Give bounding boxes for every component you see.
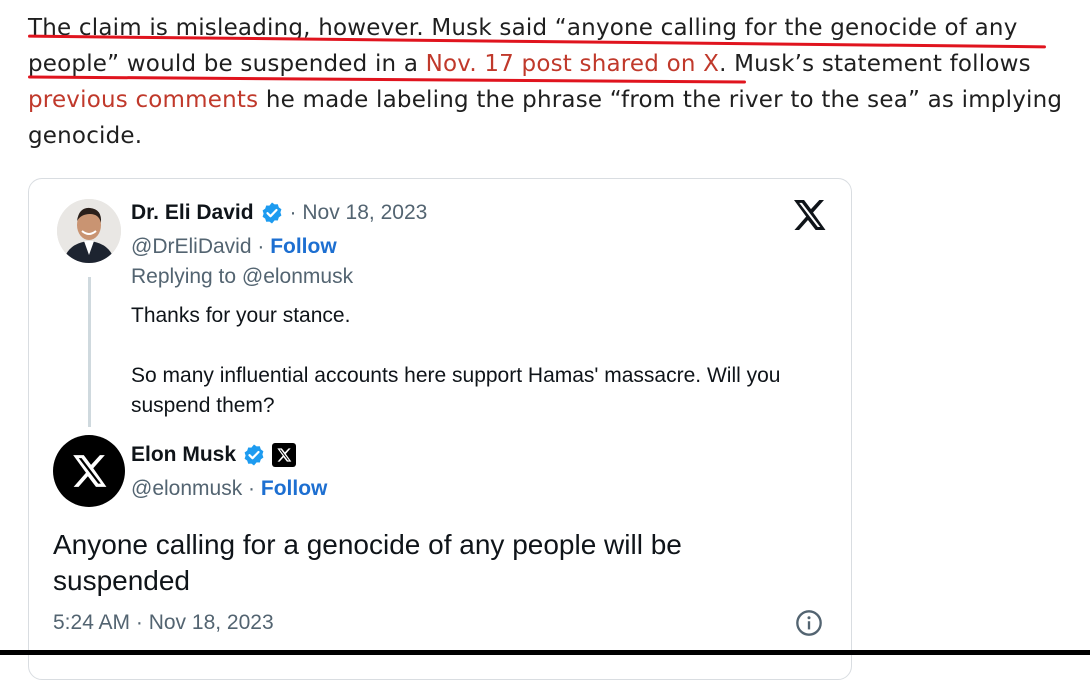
reply-body: Thanks for your stance. So many influent…	[131, 301, 831, 421]
bottom-divider	[0, 650, 1090, 655]
handle-row: @DrEliDavid · Follow	[131, 235, 337, 259]
follow-button[interactable]: Follow	[261, 477, 328, 500]
embedded-post-card[interactable]: Dr. Eli David · Nov 18, 2023 @DrEliDavid…	[28, 178, 852, 680]
article-text-2: . Musk’s statement follows	[719, 51, 1031, 77]
main-author-row: Elon Musk	[131, 443, 297, 467]
author-handle[interactable]: @DrEliDavid ·	[131, 235, 264, 258]
x-logo-icon[interactable]	[791, 197, 827, 233]
handle-row: @elonmusk · Follow	[131, 477, 327, 501]
person-avatar-icon	[57, 199, 121, 263]
author-name[interactable]: Elon Musk	[131, 443, 236, 467]
verified-badge-icon	[244, 444, 264, 466]
reply-author-row: Dr. Eli David · Nov 18, 2023	[131, 201, 427, 225]
avatar[interactable]	[57, 199, 121, 263]
replying-to: Replying to @elonmusk	[131, 265, 354, 288]
x-affiliation-icon	[272, 443, 297, 467]
author-handle[interactable]: @elonmusk ·	[131, 477, 255, 500]
reply-text-line-2: So many influential accounts here suppor…	[131, 364, 781, 417]
post-link[interactable]: Nov. 17 post shared on X	[426, 51, 719, 77]
post-date[interactable]: · Nov 18, 2023	[290, 201, 428, 225]
verified-badge-icon	[262, 202, 281, 224]
info-icon[interactable]	[795, 609, 823, 637]
post-timestamp[interactable]: 5:24 AM · Nov 18, 2023	[53, 611, 274, 635]
previous-comments-link[interactable]: previous comments	[28, 87, 258, 113]
author-name[interactable]: Dr. Eli David	[131, 201, 254, 225]
main-post-text: Anyone calling for a genocide of any peo…	[53, 529, 682, 596]
avatar[interactable]	[53, 435, 125, 507]
reply-text-line-1: Thanks for your stance.	[131, 304, 351, 327]
x-logo-icon	[73, 455, 107, 487]
thread-connector	[88, 277, 91, 427]
follow-button[interactable]: Follow	[270, 235, 337, 258]
